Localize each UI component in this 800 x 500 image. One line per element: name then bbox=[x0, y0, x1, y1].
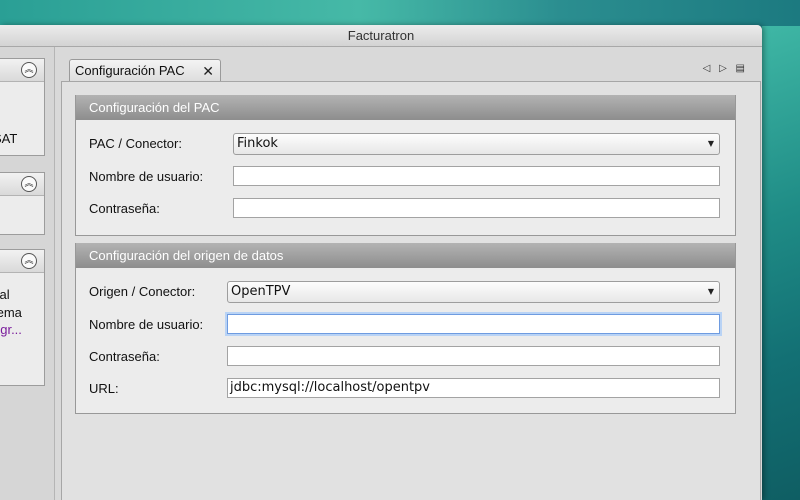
tab-configuracion-pac[interactable]: Configuración PAC ✕ bbox=[69, 59, 221, 82]
pac-password-row: Contraseña: bbox=[76, 198, 735, 220]
datasource-connector-label: Origen / Conector: bbox=[89, 284, 196, 299]
datasource-username-label: Nombre de usuario: bbox=[89, 317, 204, 332]
side-panel-text: SAT bbox=[0, 131, 18, 146]
select-value: Finkok bbox=[237, 136, 278, 151]
pac-connector-row: PAC / Conector: Finkok ▼ bbox=[76, 133, 735, 155]
datasource-url-input[interactable]: jdbc:mysql://localhost/opentpv bbox=[227, 378, 720, 398]
desktop-wallpaper-right bbox=[762, 26, 800, 500]
side-panel-header: ︽ bbox=[0, 250, 44, 273]
select-value: OpenTPV bbox=[231, 284, 291, 299]
group-title: Configuración del PAC bbox=[76, 95, 735, 120]
close-icon[interactable]: ✕ bbox=[202, 60, 214, 82]
datasource-username-row: Nombre de usuario: bbox=[76, 314, 735, 336]
datasource-connector-select[interactable]: OpenTPV ▼ bbox=[227, 281, 720, 303]
datasource-url-label: URL: bbox=[89, 381, 119, 396]
datasource-username-input[interactable] bbox=[227, 314, 720, 334]
pac-username-row: Nombre de usuario: bbox=[76, 166, 735, 188]
side-panel-2: ︽ bbox=[0, 172, 45, 235]
chevron-down-icon: ▼ bbox=[707, 287, 714, 296]
pac-password-input[interactable] bbox=[233, 198, 720, 218]
chevron-down-icon: ▼ bbox=[707, 139, 714, 148]
double-chevron-up-icon[interactable]: ︽ bbox=[21, 253, 37, 269]
pac-username-input[interactable] bbox=[233, 166, 720, 186]
double-chevron-up-icon[interactable]: ︽ bbox=[21, 62, 37, 78]
tab-list-icon[interactable]: ▤ bbox=[736, 63, 745, 74]
tab-prev-icon[interactable]: ◁ bbox=[703, 63, 711, 74]
group-title: Configuración del origen de datos bbox=[76, 243, 735, 268]
pac-config-group: Configuración del PAC PAC / Conector: Fi… bbox=[75, 95, 736, 236]
side-panel-header: ︽ bbox=[0, 173, 44, 196]
double-chevron-up-icon[interactable]: ︽ bbox=[21, 176, 37, 192]
datasource-password-label: Contraseña: bbox=[89, 349, 160, 364]
datasource-password-row: Contraseña: bbox=[76, 346, 735, 368]
datasource-url-row: URL: jdbc:mysql://localhost/opentpv bbox=[76, 378, 735, 400]
main-area: Configuración PAC ✕ ◁ ▷ ▤ Configuración … bbox=[54, 47, 762, 500]
pac-connector-select[interactable]: Finkok ▼ bbox=[233, 133, 720, 155]
tab-label: Configuración PAC bbox=[75, 63, 185, 78]
datasource-password-input[interactable] bbox=[227, 346, 720, 366]
tab-controls: ◁ ▷ ▤ bbox=[697, 63, 745, 74]
pac-password-label: Contraseña: bbox=[89, 201, 160, 216]
datasource-config-group: Configuración del origen de datos Origen… bbox=[75, 243, 736, 414]
side-panel-header: ︽ bbox=[0, 59, 44, 82]
pac-username-label: Nombre de usuario: bbox=[89, 169, 204, 184]
tab-content: Configuración del PAC PAC / Conector: Fi… bbox=[61, 81, 761, 500]
pac-connector-label: PAC / Conector: bbox=[89, 136, 182, 151]
window-title: Facturatron bbox=[0, 25, 762, 47]
side-panel-3: ︽ cal tema egr... bbox=[0, 249, 45, 386]
side-panel-text: tema bbox=[0, 305, 22, 320]
app-window: Facturatron ︽ SAT ︽ ︽ cal tema egr... Co… bbox=[0, 25, 762, 500]
side-panel-link[interactable]: egr... bbox=[0, 322, 22, 337]
side-panel-1: ︽ SAT bbox=[0, 58, 45, 156]
desktop-wallpaper bbox=[0, 0, 800, 26]
tab-next-icon[interactable]: ▷ bbox=[719, 63, 727, 74]
datasource-connector-row: Origen / Conector: OpenTPV ▼ bbox=[76, 281, 735, 303]
side-panel-text: cal bbox=[0, 287, 10, 302]
